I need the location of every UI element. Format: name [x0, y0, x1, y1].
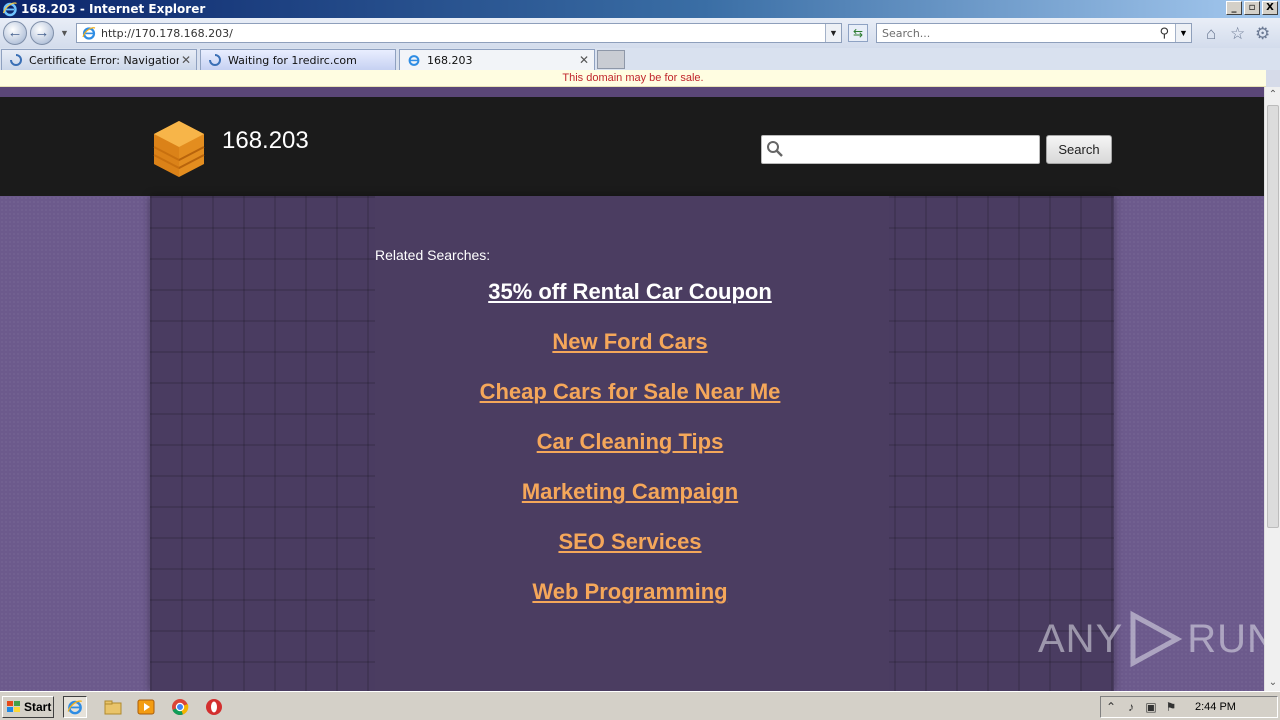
- address-dropdown-icon[interactable]: ▼: [825, 24, 841, 42]
- vertical-scrollbar[interactable]: ⌃ ⌄: [1264, 87, 1280, 691]
- network-icon[interactable]: ▣: [1141, 700, 1161, 714]
- back-arrow-icon: ←: [7, 24, 23, 41]
- site-name: 168.203: [222, 127, 309, 154]
- start-label: Start: [24, 700, 52, 714]
- related-link[interactable]: 35% off Rental Car Coupon: [330, 279, 930, 305]
- tab-waiting-redirect[interactable]: Waiting for 1redirc.com: [200, 49, 396, 70]
- page-viewport: 168.203 Search Related Searches: 35% off…: [0, 87, 1264, 691]
- related-link[interactable]: SEO Services: [330, 529, 930, 555]
- internet-explorer-icon: [2, 2, 17, 17]
- ie-page-icon: [82, 27, 96, 40]
- new-tab-button[interactable]: [597, 50, 625, 69]
- anyrun-watermark: ANY RUN: [1038, 609, 1264, 669]
- compatibility-refresh-button[interactable]: ⇆: [848, 24, 868, 42]
- scroll-thumb[interactable]: [1267, 105, 1279, 528]
- volume-icon[interactable]: ♪: [1121, 700, 1141, 714]
- loading-spinner-icon: [209, 54, 221, 66]
- domain-sale-notice[interactable]: This domain may be for sale.: [0, 70, 1266, 87]
- tab-active-site[interactable]: 168.203 ✕: [399, 49, 595, 70]
- media-player-icon: [137, 699, 155, 715]
- clock[interactable]: 2:44 PM: [1195, 701, 1236, 713]
- tab-bar: Certificate Error: Navigation ... ✕ Wait…: [0, 48, 1280, 70]
- forward-arrow-icon: →: [34, 24, 50, 41]
- related-link[interactable]: Cheap Cars for Sale Near Me: [330, 379, 930, 405]
- browser-search-field[interactable]: Search... ⚲ ▼: [876, 23, 1192, 43]
- start-button[interactable]: Start: [2, 696, 54, 718]
- tools-gear-icon[interactable]: ⚙: [1255, 25, 1270, 42]
- windows-taskbar: Start ⌃ ♪ ▣ ⚑ 2:44 PM: [0, 691, 1280, 720]
- close-tab-icon[interactable]: ✕: [179, 53, 193, 67]
- close-window-button[interactable]: X: [1262, 1, 1278, 15]
- tab-label: Waiting for 1redirc.com: [228, 53, 357, 67]
- address-bar[interactable]: http://170.178.168.203/ ▼: [76, 23, 842, 43]
- scroll-up-icon[interactable]: ⌃: [1265, 87, 1280, 103]
- scroll-down-icon[interactable]: ⌄: [1265, 675, 1280, 691]
- window-title: 168.203 - Internet Explorer: [21, 2, 206, 16]
- tab-label: 168.203: [427, 53, 473, 67]
- home-icon[interactable]: ⌂: [1206, 25, 1216, 42]
- taskbar-file-explorer[interactable]: [101, 696, 125, 718]
- navigation-bar: ← → ▼ http://170.178.168.203/ ▼ ⇆ Search…: [0, 18, 1280, 48]
- ie-page-icon: [408, 55, 420, 66]
- url-text[interactable]: http://170.178.168.203/: [101, 27, 233, 40]
- maximize-button[interactable]: ▫: [1244, 1, 1260, 15]
- favorites-star-icon[interactable]: ☆: [1230, 25, 1245, 42]
- related-link[interactable]: New Ford Cars: [330, 329, 930, 355]
- internet-explorer-icon: [67, 700, 82, 715]
- watermark-left-text: ANY: [1038, 616, 1124, 661]
- search-dropdown-icon[interactable]: ▼: [1175, 24, 1191, 42]
- search-icon[interactable]: ⚲: [1159, 25, 1169, 41]
- loading-spinner-icon: [10, 54, 22, 66]
- show-hidden-icons-icon[interactable]: ⌃: [1101, 700, 1121, 714]
- minimize-button[interactable]: _: [1226, 1, 1242, 15]
- taskbar-media-player[interactable]: [134, 696, 158, 718]
- search-icon: [767, 141, 783, 157]
- folder-icon: [104, 700, 122, 715]
- related-link[interactable]: Marketing Campaign: [330, 479, 930, 505]
- site-search-input[interactable]: [761, 135, 1040, 164]
- system-tray: ⌃ ♪ ▣ ⚑ 2:44 PM: [1100, 696, 1278, 718]
- related-link[interactable]: Web Programming: [330, 579, 930, 605]
- related-searches-label: Related Searches:: [375, 247, 491, 263]
- back-button[interactable]: ←: [3, 21, 27, 45]
- taskbar-opera[interactable]: [202, 696, 226, 718]
- site-search-button[interactable]: Search: [1046, 135, 1112, 164]
- site-header: 168.203 Search: [0, 97, 1264, 196]
- taskbar-internet-explorer[interactable]: [63, 696, 87, 718]
- opera-icon: [206, 699, 222, 715]
- taskbar-chrome[interactable]: [168, 696, 192, 718]
- tab-label: Certificate Error: Navigation ...: [29, 53, 179, 67]
- top-strip: [0, 87, 1264, 97]
- windows-flag-icon: [7, 701, 20, 712]
- close-tab-icon[interactable]: ✕: [577, 53, 591, 67]
- action-center-flag-icon[interactable]: ⚑: [1161, 700, 1181, 714]
- chrome-icon: [172, 699, 189, 716]
- cube-logo-icon: [153, 121, 205, 177]
- watermark-right-text: RUN: [1187, 616, 1264, 661]
- tab-certificate-error[interactable]: Certificate Error: Navigation ... ✕: [1, 49, 197, 70]
- forward-button[interactable]: →: [30, 21, 54, 45]
- related-link[interactable]: Car Cleaning Tips: [330, 429, 930, 455]
- play-triangle-icon: [1130, 610, 1183, 668]
- history-dropdown-icon[interactable]: ▼: [60, 28, 69, 38]
- browser-search-placeholder: Search...: [882, 27, 931, 40]
- window-titlebar: 168.203 - Internet Explorer _ ▫ X: [0, 0, 1280, 18]
